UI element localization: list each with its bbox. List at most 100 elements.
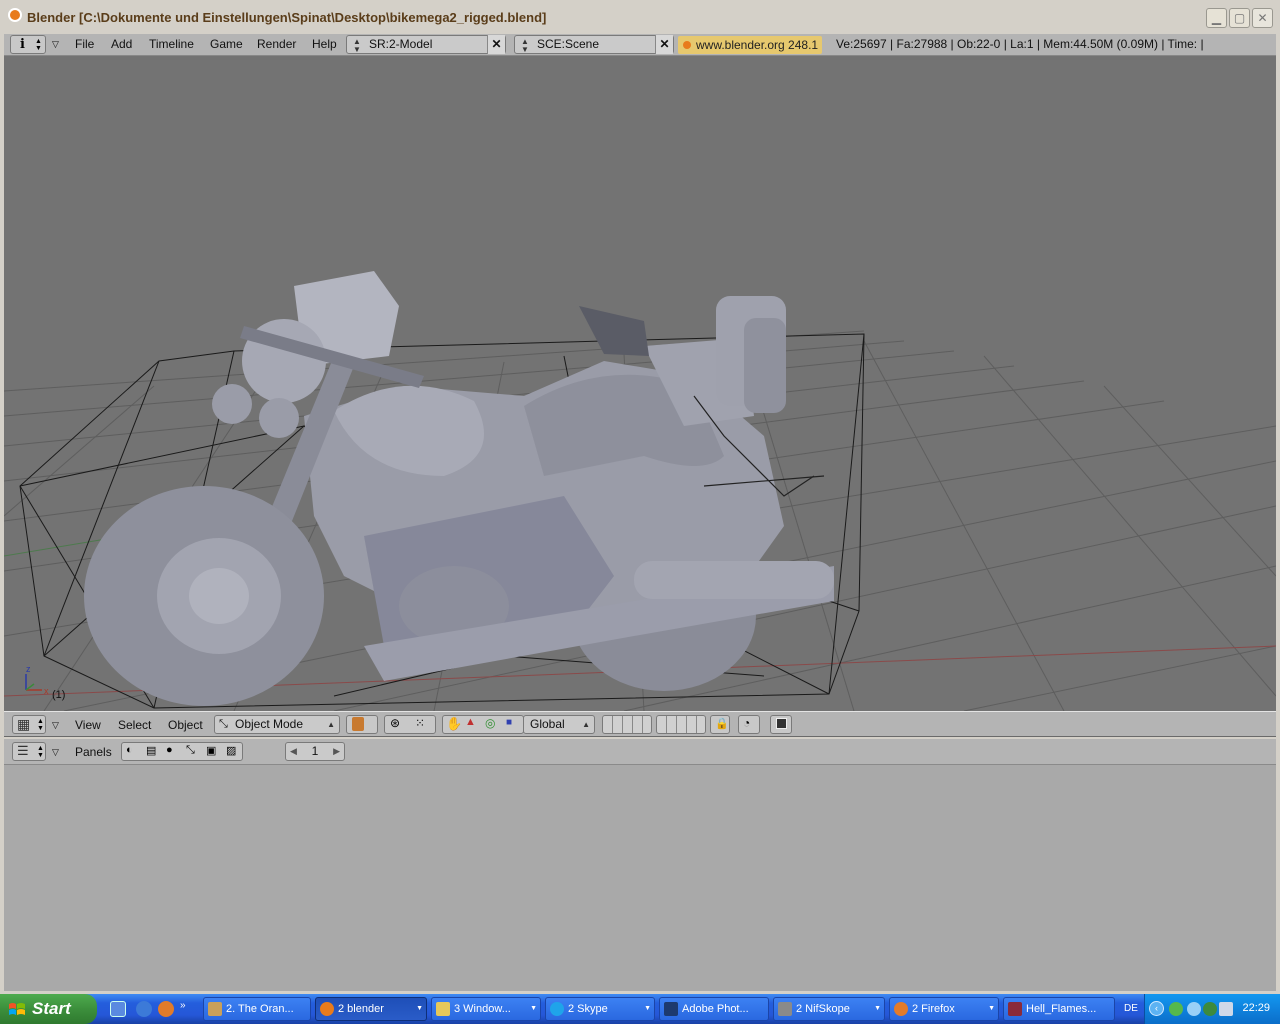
- firefox-icon: [894, 1002, 908, 1016]
- frame-number-field[interactable]: ◀ 1 ▶: [285, 742, 345, 761]
- task-nifskope[interactable]: 2 NifSkope ▼: [773, 997, 885, 1021]
- blender-app-icon: [8, 8, 22, 22]
- blender-icon: [320, 1002, 334, 1016]
- menu-render[interactable]: Render: [257, 37, 296, 51]
- firefox-quicklaunch-icon[interactable]: [158, 1001, 174, 1017]
- buttons-panel-area[interactable]: [4, 765, 1276, 991]
- collapse-menu-icon[interactable]: ▽: [52, 747, 59, 758]
- task-hell-flames[interactable]: Hell_Flames...: [1003, 997, 1115, 1021]
- scene-icon[interactable]: ▨: [226, 744, 236, 757]
- tray-expand-icon[interactable]: ‹: [1149, 1001, 1164, 1016]
- start-button[interactable]: Start: [0, 994, 97, 1024]
- editor-type-buttons-icon[interactable]: ☰ ▲ ▼: [12, 742, 46, 761]
- menu-game[interactable]: Game: [210, 37, 243, 51]
- tray-security-icon[interactable]: [1203, 1002, 1217, 1016]
- context-buttons[interactable]: ◐ ▤ ● ⤡ ▣ ▨: [121, 742, 243, 761]
- collapse-menu-icon[interactable]: ▽: [52, 39, 59, 50]
- tray-network-icon[interactable]: [1187, 1002, 1201, 1016]
- task-label: 2 Firefox: [912, 1003, 955, 1015]
- menu-select[interactable]: Select: [118, 718, 151, 732]
- tray-app-icon[interactable]: [1169, 1002, 1183, 1016]
- document-icon: [208, 1002, 222, 1016]
- buttons-window-header: ☰ ▲ ▼ ▽ Panels ◐ ▤ ● ⤡ ▣ ▨ ◀ 1 ▶: [4, 739, 1276, 765]
- 3d-view-header: ▦ ▲ ▼ ▽ View Select Object ⤡ Object Mode …: [4, 711, 1276, 746]
- task-skype[interactable]: 2 Skype ▼: [545, 997, 655, 1021]
- tray-volume-icon[interactable]: [1219, 1002, 1233, 1016]
- shading-icon[interactable]: ●: [166, 744, 173, 756]
- scale-icon[interactable]: ■: [506, 717, 512, 728]
- scene-delete-button[interactable]: ✕: [655, 35, 673, 54]
- screen-name[interactable]: SR:2-Model: [369, 37, 432, 51]
- menu-file[interactable]: File: [75, 37, 94, 51]
- menu-object[interactable]: Object: [168, 718, 203, 732]
- opengl-render-button[interactable]: ◔: [738, 715, 760, 734]
- task-firefox[interactable]: 2 Firefox ▼: [889, 997, 999, 1021]
- frame-number-value[interactable]: 1: [312, 744, 319, 758]
- clock[interactable]: 22:29: [1242, 1002, 1270, 1014]
- internet-explorer-icon[interactable]: [136, 1001, 152, 1017]
- close-button[interactable]: ✕: [1252, 8, 1273, 28]
- viewport-scene[interactable]: z x: [4, 56, 1276, 711]
- frame-label: (1): [52, 689, 66, 701]
- screen-selector[interactable]: ▲ ▼ SR:2-Model ✕: [346, 35, 506, 54]
- menu-view[interactable]: View: [75, 718, 101, 732]
- motorcycle-model[interactable]: [84, 271, 834, 706]
- draw-type-icon: [352, 717, 364, 731]
- layer-buttons-2[interactable]: [656, 715, 706, 734]
- 3d-viewport[interactable]: z x (1): [4, 56, 1276, 711]
- editor-type-info-icon[interactable]: i ▲ ▼: [10, 35, 46, 54]
- lock-icon: 🔒: [715, 718, 729, 730]
- orientation-dropdown[interactable]: Global ▲▼: [523, 715, 595, 746]
- task-adobe-photoshop[interactable]: Adobe Phot...: [659, 997, 769, 1021]
- minimize-button[interactable]: ▁: [1206, 8, 1227, 28]
- render-image-button[interactable]: [770, 715, 792, 734]
- pivot-icon: ⊛: [390, 716, 401, 730]
- lock-layers-button[interactable]: 🔒: [710, 715, 730, 734]
- group-arrow-icon: ▼: [416, 1005, 423, 1012]
- object-mode-dropdown[interactable]: ⤡ Object Mode ▲▼: [214, 715, 340, 746]
- script-icon[interactable]: ▤: [146, 744, 156, 757]
- panels-label[interactable]: Panels: [75, 745, 112, 759]
- task-windows-explorer[interactable]: 3 Window... ▼: [431, 997, 541, 1021]
- snap-icon: ⁙: [415, 716, 426, 730]
- decrement-arrow-icon[interactable]: ◀: [290, 743, 297, 760]
- screen-delete-button[interactable]: ✕: [487, 35, 505, 54]
- maximize-button[interactable]: ▢: [1229, 8, 1250, 28]
- nifskope-icon: [778, 1002, 792, 1016]
- title-bar: Blender [C:\Dokumente und Einstellungen\…: [0, 0, 1280, 34]
- menu-timeline[interactable]: Timeline: [149, 37, 194, 51]
- collapse-menu-icon[interactable]: ▽: [52, 720, 59, 731]
- task-the-orange[interactable]: 2. The Oran...: [203, 997, 311, 1021]
- logic-icon[interactable]: ◐: [126, 744, 133, 756]
- menu-add[interactable]: Add: [111, 37, 132, 51]
- object-icon[interactable]: ⤡: [186, 744, 195, 757]
- scene-selector[interactable]: ▲ ▼ SCE:Scene ✕: [514, 35, 674, 54]
- translate-icon[interactable]: ▲: [465, 716, 476, 728]
- group-arrow-icon: ▼: [644, 1005, 651, 1012]
- editing-icon[interactable]: ▣: [206, 744, 216, 757]
- draw-type-button[interactable]: [346, 715, 378, 734]
- info-header: i ▲ ▼ ▽ File Add Timeline Game Render Hel…: [4, 34, 1276, 56]
- system-tray: ‹ 22:29: [1144, 994, 1280, 1024]
- editor-type-3dview-icon[interactable]: ▦ ▲ ▼: [12, 715, 46, 734]
- pivot-snap-buttons[interactable]: ⊛ ⁙: [384, 715, 436, 734]
- rotate-icon[interactable]: ◎: [485, 716, 495, 730]
- axis-gizmo: z x: [25, 664, 49, 696]
- menu-help[interactable]: Help: [312, 37, 337, 51]
- language-indicator[interactable]: DE: [1124, 1003, 1138, 1014]
- screen-browse-icon[interactable]: ▲ ▼: [353, 36, 361, 54]
- task-label: 2 Skype: [568, 1003, 608, 1015]
- increment-arrow-icon[interactable]: ▶: [333, 743, 340, 760]
- task-label: Adobe Phot...: [682, 1003, 749, 1015]
- show-desktop-icon[interactable]: [110, 1001, 126, 1017]
- scene-browse-icon[interactable]: ▲ ▼: [521, 36, 529, 54]
- layer-buttons-1[interactable]: [602, 715, 652, 734]
- blender-website-link[interactable]: www.blender.org 248.1: [678, 36, 823, 54]
- hand-icon[interactable]: ✋: [446, 716, 462, 732]
- task-blender[interactable]: 2 blender ▼: [315, 997, 427, 1021]
- render-icon: ◔: [743, 716, 751, 730]
- quicklaunch-overflow-icon[interactable]: »: [180, 1000, 186, 1011]
- task-label: 2 NifSkope: [796, 1003, 850, 1015]
- scene-name[interactable]: SCE:Scene: [537, 37, 599, 51]
- manipulator-buttons[interactable]: ✋ ▲ ◎ ■: [442, 715, 524, 734]
